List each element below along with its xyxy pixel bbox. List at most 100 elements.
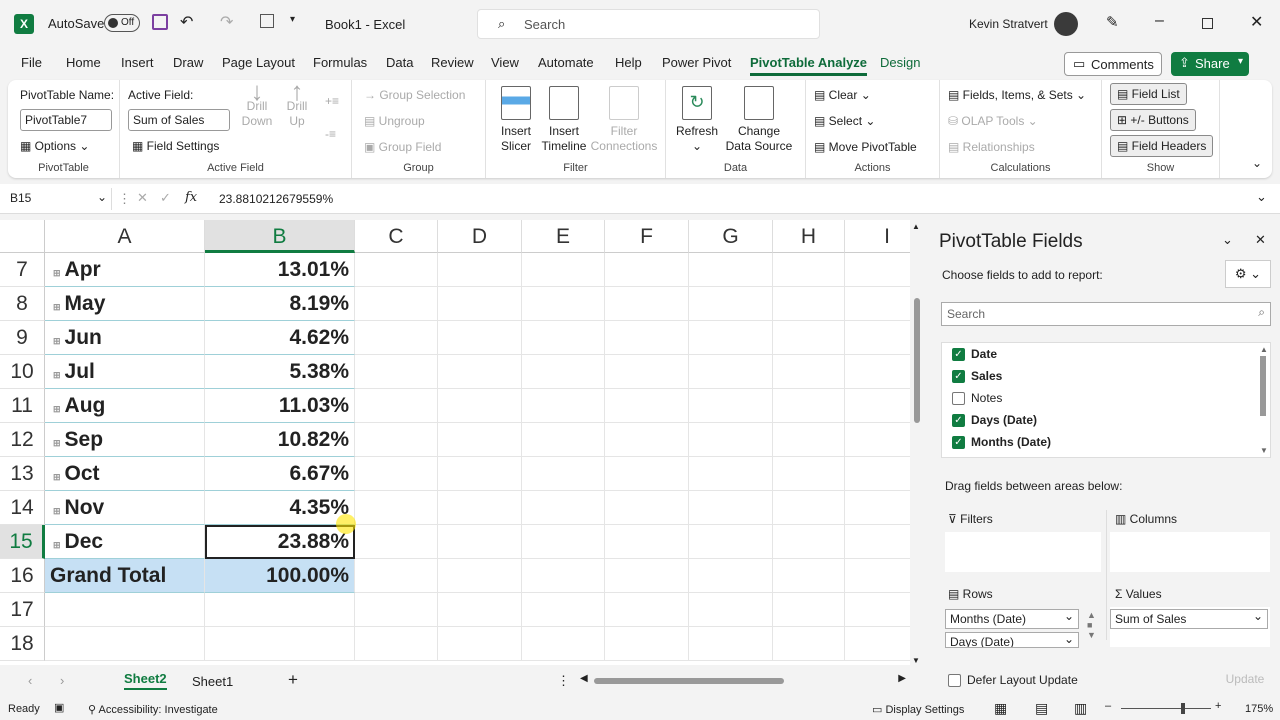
pivot-row-label[interactable]: ⊞ Jun <box>45 321 205 355</box>
empty-cell[interactable] <box>605 321 689 355</box>
pivot-row-label[interactable] <box>45 627 205 661</box>
pivot-row-label[interactable]: ⊞ May <box>45 287 205 321</box>
empty-cell[interactable] <box>438 627 522 661</box>
pivot-value-cell[interactable]: 23.88% <box>205 525 355 559</box>
expand-icon[interactable]: ⊞ <box>53 438 61 448</box>
empty-cell[interactable] <box>355 627 438 661</box>
empty-cell[interactable] <box>438 287 522 321</box>
empty-cell[interactable] <box>355 559 438 593</box>
empty-cell[interactable] <box>605 593 689 627</box>
field-checkbox[interactable] <box>952 391 965 405</box>
filter-connections-button[interactable]: Filter Connections <box>590 86 658 154</box>
sheet-tab-sheet2[interactable]: Sheet2 <box>124 671 167 690</box>
undo-icon[interactable]: ↶ <box>180 12 193 32</box>
pane-options-icon[interactable]: ⌄ <box>1222 232 1233 248</box>
rows-area[interactable]: Months (Date) Days (Date) ▲■▼ <box>945 607 1101 648</box>
empty-cell[interactable] <box>438 457 522 491</box>
customize-icon[interactable] <box>260 14 274 28</box>
group-selection-button[interactable]: → Group Selection <box>364 88 465 102</box>
empty-cell[interactable] <box>522 253 605 287</box>
formula-input[interactable]: 23.8810212679559% <box>219 192 333 206</box>
field-settings-button[interactable]: ▦ Field Settings <box>132 139 219 153</box>
change-data-source-button[interactable]: Change Data Source <box>724 86 794 154</box>
empty-cell[interactable] <box>605 423 689 457</box>
add-sheet-icon[interactable]: + <box>288 670 298 690</box>
pivot-value-cell[interactable]: 4.62% <box>205 321 355 355</box>
ungroup-button[interactable]: ▤ Ungroup <box>364 114 425 128</box>
empty-cell[interactable] <box>773 559 845 593</box>
empty-cell[interactable] <box>438 423 522 457</box>
share-button[interactable]: ⇪ Share ▾ <box>1171 52 1249 76</box>
empty-cell[interactable] <box>773 321 845 355</box>
page-break-view-icon[interactable]: ▥ <box>1074 700 1087 717</box>
select-all-corner[interactable] <box>0 220 45 253</box>
zoom-slider[interactable]: – + <box>1105 700 1225 716</box>
tab-formulas[interactable]: Formulas <box>313 55 367 70</box>
pivot-row-label[interactable]: Grand Total <box>45 559 205 593</box>
empty-cell[interactable] <box>845 355 910 389</box>
empty-cell[interactable] <box>773 287 845 321</box>
tab-automate[interactable]: Automate <box>538 55 594 70</box>
empty-cell[interactable] <box>355 525 438 559</box>
empty-cell[interactable] <box>355 355 438 389</box>
empty-cell[interactable] <box>522 457 605 491</box>
empty-cell[interactable] <box>773 389 845 423</box>
field-search-input[interactable]: Search ⌕ <box>941 302 1271 326</box>
restore-icon[interactable] <box>1202 18 1213 29</box>
empty-cell[interactable] <box>845 559 910 593</box>
row-header[interactable]: 11 <box>0 389 45 423</box>
move-field-icon[interactable]: ▲ ■ ▼ <box>1087 610 1096 640</box>
row-header[interactable]: 7 <box>0 253 45 287</box>
select-button[interactable]: ▤ Select ⌄ <box>814 114 875 128</box>
empty-cell[interactable] <box>773 355 845 389</box>
pivot-value-cell[interactable]: 13.01% <box>205 253 355 287</box>
empty-cell[interactable] <box>438 321 522 355</box>
row-header[interactable]: 15 <box>0 525 45 559</box>
row-header[interactable]: 17 <box>0 593 45 627</box>
empty-cell[interactable] <box>689 389 773 423</box>
empty-cell[interactable] <box>605 525 689 559</box>
insert-function-icon[interactable]: fx <box>185 190 197 205</box>
empty-cell[interactable] <box>522 525 605 559</box>
display-settings-button[interactable]: ▭ Display Settings <box>872 703 964 716</box>
empty-cell[interactable] <box>605 491 689 525</box>
empty-cell[interactable] <box>845 389 910 423</box>
empty-cell[interactable] <box>689 253 773 287</box>
tab-insert[interactable]: Insert <box>121 55 154 70</box>
field-checkbox[interactable]: ✓ <box>952 347 965 361</box>
empty-cell[interactable] <box>355 491 438 525</box>
pane-close-icon[interactable]: ✕ <box>1255 232 1266 248</box>
field-checkbox[interactable]: ✓ <box>952 435 965 449</box>
insert-slicer-button[interactable]: Insert Slicer <box>496 86 536 154</box>
empty-cell[interactable] <box>355 253 438 287</box>
expand-formula-icon[interactable]: ⌄ <box>1256 189 1267 205</box>
empty-cell[interactable] <box>845 253 910 287</box>
empty-cell[interactable] <box>355 593 438 627</box>
field-item[interactable]: ✓ Months (Date) <box>952 435 1051 449</box>
vertical-scrollbar[interactable]: ▲ ▼ <box>912 220 920 665</box>
row-header[interactable]: 14 <box>0 491 45 525</box>
empty-cell[interactable] <box>355 287 438 321</box>
comments-button[interactable]: ▭ Comments <box>1064 52 1162 76</box>
share-dropdown-icon[interactable]: ▾ <box>1238 56 1243 67</box>
pivot-row-label[interactable] <box>45 593 205 627</box>
column-header[interactable]: B <box>205 220 355 253</box>
tab-help[interactable]: Help <box>615 55 642 70</box>
qat-dropdown-icon[interactable]: ▾ <box>290 14 295 25</box>
empty-cell[interactable] <box>438 355 522 389</box>
pivot-value-cell[interactable]: 4.35% <box>205 491 355 525</box>
empty-cell[interactable] <box>773 423 845 457</box>
insert-timeline-button[interactable]: Insert Timeline <box>540 86 588 154</box>
field-list-button[interactable]: ▤ Field List <box>1110 83 1187 105</box>
empty-cell[interactable] <box>522 389 605 423</box>
search-box[interactable]: ⌕ Search <box>477 9 820 39</box>
empty-cell[interactable] <box>522 593 605 627</box>
empty-cell[interactable] <box>689 559 773 593</box>
clear-button[interactable]: ▤ Clear ⌄ <box>814 88 871 102</box>
empty-cell[interactable] <box>773 253 845 287</box>
tab-view[interactable]: View <box>491 55 519 70</box>
row-header[interactable]: 13 <box>0 457 45 491</box>
drill-up-button[interactable]: ↑ Drill Up <box>280 78 314 129</box>
horizontal-scrollbar[interactable]: ◀ ▶ <box>580 673 910 687</box>
user-name[interactable]: Kevin Stratvert <box>969 17 1048 31</box>
